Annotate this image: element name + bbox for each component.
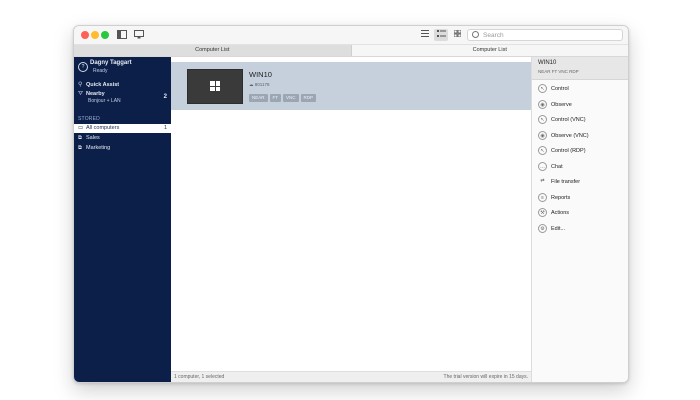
action-edit[interactable]: ⚙ Edit... [538, 224, 626, 234]
nearby-subtitle: Bonjour + LAN [88, 98, 121, 104]
sidebar-toggle-icon[interactable] [116, 30, 127, 40]
group-icon: ⧉ [78, 135, 82, 141]
marketing-label: Marketing [86, 145, 111, 151]
nearby-count: 2 [163, 94, 167, 100]
selected-computer-capabilities: NEAR FT VNC RDP [538, 69, 579, 74]
action-label: Reports [551, 195, 571, 201]
user-status[interactable]: ? Dagny Taggart Ready [78, 60, 170, 76]
tag-ft: FT [269, 94, 282, 102]
sidebar-item-sales[interactable]: ⧉ Sales [74, 134, 171, 143]
tag-rdp: RDP [300, 94, 317, 102]
action-label: Observe [551, 102, 572, 108]
user-name: Dagny Taggart [90, 60, 132, 66]
all-computers-count: 1 [163, 125, 167, 131]
action-label: Edit... [551, 226, 566, 232]
computer-row[interactable]: WIN10 ☁ 801178 NEAR FT VNC RDP [171, 62, 531, 110]
action-label: Control (RDP) [551, 148, 586, 154]
action-actions[interactable]: ⚒ Actions [538, 208, 626, 218]
action-control-vnc[interactable]: ↖ Control (VNC) [538, 115, 626, 125]
app-window: Search Computer List Computer List ? Dag… [73, 25, 629, 383]
view-mode-switcher [418, 29, 464, 41]
sales-label: Sales [86, 135, 100, 141]
windows-logo-icon [210, 81, 220, 91]
action-label: Actions [551, 210, 570, 216]
action-file-transfer[interactable]: ⇄ File transfer [538, 177, 626, 187]
search-field[interactable]: Search [467, 29, 623, 41]
computer-thumbnail [187, 69, 243, 104]
cursor-icon: ↖ [538, 146, 547, 156]
action-label: Observe (VNC) [551, 133, 589, 139]
sidebar-item-all-computers[interactable]: ▭ All computers 1 [74, 124, 171, 133]
zoom-window-button[interactable] [101, 31, 109, 39]
user-icon: ? [78, 62, 88, 72]
grid-view-icon[interactable] [450, 29, 464, 41]
user-status-text: Ready [93, 68, 108, 74]
selection-status: 1 computer, 1 selected [174, 374, 225, 380]
chat-bubble-icon: … [538, 162, 547, 172]
cursor-icon: ↖ [538, 115, 547, 125]
file-transfer-icon: ⇄ [540, 178, 545, 185]
computer-id: ☁ 801178 [249, 82, 269, 88]
action-observe[interactable]: ◉ Observe [538, 100, 626, 110]
computer-list: WIN10 ☁ 801178 NEAR FT VNC RDP [171, 57, 531, 382]
tag-near: NEAR [249, 94, 268, 102]
selected-computer-title: WIN10 [538, 60, 557, 66]
tag-vnc: VNC [283, 94, 299, 102]
search-icon [472, 31, 479, 38]
tab-computer-list-2[interactable]: Computer List [351, 45, 628, 56]
capability-tags: NEAR FT VNC RDP [249, 94, 317, 102]
stored-section-header: STORED [78, 116, 100, 122]
action-control[interactable]: ↖ Control [538, 84, 626, 94]
title-bar: Search [74, 26, 628, 45]
search-placeholder: Search [483, 32, 504, 39]
tab-computer-list-1[interactable]: Computer List [74, 45, 352, 56]
actions-panel: WIN10 NEAR FT VNC RDP ↖ Control ◉ Observe … [531, 57, 628, 382]
trial-notice: The trial version will expire in 15 days… [443, 374, 528, 380]
group-icon: ⧉ [78, 145, 82, 151]
all-computers-label: All computers [86, 125, 120, 131]
monitor-icon[interactable] [133, 30, 144, 40]
wrench-icon: ⚒ [538, 208, 547, 218]
nearby-label: Nearby [86, 91, 105, 97]
status-bar: 1 computer, 1 selected The trial version… [171, 371, 531, 382]
computer-id-text: 801178 [254, 82, 270, 87]
minimize-window-button[interactable] [91, 31, 99, 39]
action-label: Control (VNC) [551, 117, 586, 123]
eye-icon: ◉ [538, 131, 547, 141]
action-control-rdp[interactable]: ↖ Control (RDP) [538, 146, 626, 156]
gear-icon: ⚙ [538, 224, 547, 234]
action-label: File transfer [551, 179, 581, 185]
action-label: Control [551, 86, 569, 92]
actions-panel-header: WIN10 NEAR FT VNC RDP [532, 57, 628, 80]
monitor-icon: ▭ [78, 125, 84, 131]
quick-assist-label: Quick Assist [86, 82, 120, 88]
detail-list-view-icon[interactable] [434, 29, 448, 41]
nearby-icon: ⛛ [78, 91, 84, 97]
quick-assist-icon: ⚲ [78, 82, 83, 88]
reports-icon: ≡ [538, 193, 547, 203]
tab-bar: Computer List Computer List [74, 45, 628, 57]
action-observe-vnc[interactable]: ◉ Observe (VNC) [538, 131, 626, 141]
eye-icon: ◉ [538, 100, 547, 110]
close-window-button[interactable] [81, 31, 89, 39]
sidebar-item-quick-assist[interactable]: ⚲ Quick Assist [78, 81, 167, 90]
cursor-icon: ↖ [538, 84, 547, 94]
sidebar: ? Dagny Taggart Ready ⚲ Quick Assist ⛛ Nea… [74, 57, 171, 382]
action-reports[interactable]: ≡ Reports [538, 193, 626, 203]
sidebar-item-marketing[interactable]: ⧉ Marketing [74, 144, 171, 153]
action-chat[interactable]: … Chat [538, 162, 626, 172]
computer-name: WIN10 [249, 70, 272, 79]
list-view-icon[interactable] [418, 29, 432, 41]
action-label: Chat [551, 164, 563, 170]
